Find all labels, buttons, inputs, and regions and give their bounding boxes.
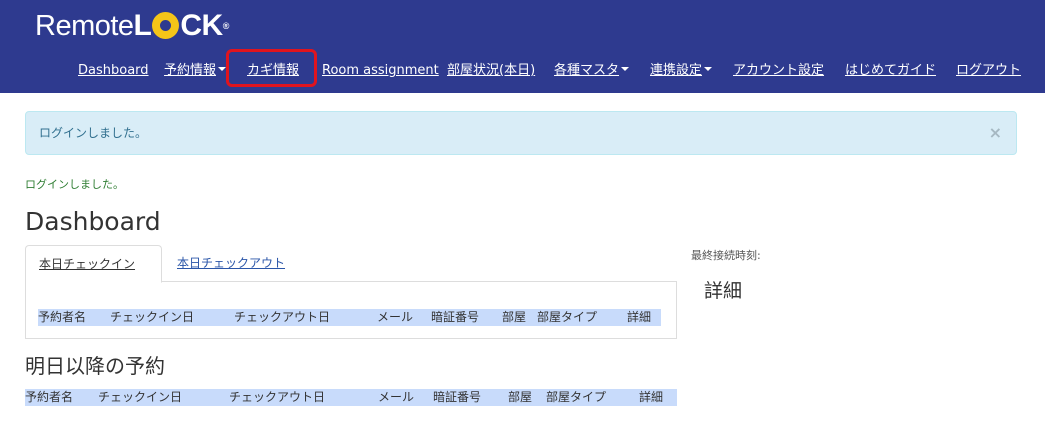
flash-message: ログインしました。	[25, 178, 124, 191]
column-header: メール	[377, 310, 414, 324]
logo-text-remote: Remote	[35, 10, 134, 42]
upcoming-reservations-title: 明日以降の予約	[25, 354, 165, 378]
nav-item-integrations[interactable]: 連携設定	[650, 63, 713, 79]
login-alert: ログインしました。 ×	[25, 111, 1017, 155]
last-connection-label: 最終接続時刻:	[691, 249, 761, 262]
nav-item-account-settings[interactable]: アカウント設定	[733, 63, 824, 79]
nav-item-reservations[interactable]: 予約情報	[164, 63, 227, 79]
nav-item-masters[interactable]: 各種マスタ	[554, 63, 630, 79]
column-header: 詳細	[639, 390, 664, 404]
column-header: 部屋	[508, 390, 533, 404]
upcoming-table-header: 予約者名 チェックイン日 チェックアウト日 メール 暗証番号 部屋 部屋タイプ …	[25, 389, 677, 406]
column-header: メール	[378, 390, 415, 404]
alert-message: ログインしました。	[39, 126, 148, 140]
column-header: チェックアウト日	[234, 310, 331, 324]
top-navbar: RemoteL CK® Dashboard 予約情報 カギ情報 Room assi…	[0, 0, 1045, 93]
column-header: チェックイン日	[110, 310, 195, 324]
column-header: 暗証番号	[433, 390, 482, 404]
remotelock-logo[interactable]: RemoteL CK®	[35, 9, 230, 43]
column-header: 予約者名	[38, 310, 87, 324]
checkin-table-header: 予約者名 チェックイン日 チェックアウト日 メール 暗証番号 部屋 部屋タイプ …	[38, 309, 661, 326]
close-icon[interactable]: ×	[989, 112, 1002, 154]
nav-item-dashboard[interactable]: Dashboard	[78, 63, 149, 79]
page-title: Dashboard	[25, 207, 161, 236]
logo-trademark: ®	[222, 21, 230, 31]
column-header: 部屋タイプ	[537, 310, 598, 324]
checkin-tabs: 本日チェックイン 本日チェックアウト	[25, 245, 677, 283]
logo-text-lock: L CK	[133, 9, 224, 42]
tab-today-checkin[interactable]: 本日チェックイン	[25, 245, 162, 283]
column-header: 暗証番号	[431, 310, 480, 324]
column-header: 部屋タイプ	[546, 390, 607, 404]
details-title: 詳細	[704, 280, 743, 302]
nav-item-room-status[interactable]: 部屋状況(本日)	[447, 63, 535, 79]
caret-down-icon	[704, 67, 713, 71]
column-header: 詳細	[627, 310, 652, 324]
nav-item-getting-started[interactable]: はじめてガイド	[845, 63, 936, 79]
lock-o-icon	[152, 12, 180, 39]
column-header: 部屋	[502, 310, 527, 324]
nav-item-room-assignment[interactable]: Room assignment	[322, 63, 439, 79]
nav-item-logout[interactable]: ログアウト	[956, 63, 1021, 79]
column-header: 予約者名	[25, 390, 74, 404]
column-header: チェックアウト日	[229, 390, 326, 404]
column-header: チェックイン日	[98, 390, 183, 404]
highlight-annotation-box	[226, 49, 317, 87]
caret-down-icon	[621, 67, 630, 71]
tab-today-checkout[interactable]: 本日チェックアウト	[177, 245, 285, 282]
caret-down-icon	[218, 67, 227, 71]
